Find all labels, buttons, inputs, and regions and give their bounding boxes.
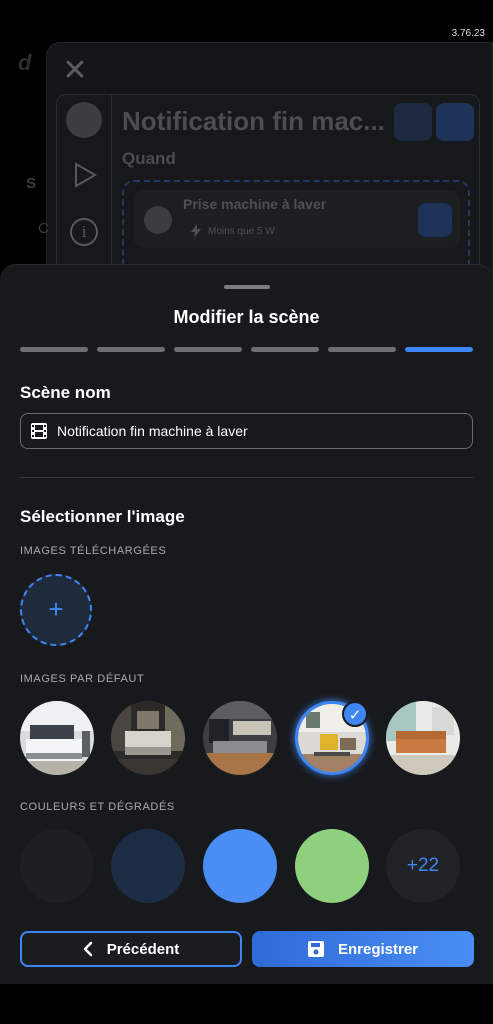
previous-button-label: Précédent bbox=[106, 940, 180, 958]
bolt-icon bbox=[191, 224, 201, 238]
default-images-caption: IMAGES PAR DÉFAUT bbox=[20, 673, 145, 685]
background-when-label: Quand bbox=[122, 149, 176, 168]
floppy-disk-icon bbox=[307, 941, 324, 957]
chevron-left-icon bbox=[83, 941, 92, 957]
kitchen-image bbox=[203, 701, 277, 775]
default-image-dark-bedroom[interactable] bbox=[111, 701, 185, 775]
sheet-title: Modifier la scène bbox=[173, 307, 320, 327]
default-image-bedroom[interactable] bbox=[20, 701, 94, 775]
bedroom-image bbox=[20, 701, 94, 775]
save-button-label: Enregistrer bbox=[337, 940, 419, 958]
step-progress bbox=[20, 347, 473, 352]
color-swatch[interactable] bbox=[295, 829, 369, 903]
color-swatch[interactable] bbox=[20, 829, 94, 903]
colors-caption: COULEURS ET DÉGRADÉS bbox=[20, 801, 175, 813]
select-image-heading: Sélectionner l'image bbox=[20, 507, 185, 526]
color-swatch[interactable] bbox=[111, 829, 185, 903]
step-indicator bbox=[20, 347, 88, 352]
dark-bedroom-image bbox=[111, 701, 185, 775]
play-icon bbox=[75, 162, 97, 188]
scene-name-heading: Scène nom bbox=[20, 383, 111, 402]
background-fragment: S bbox=[26, 175, 37, 192]
edit-button bbox=[436, 103, 474, 141]
duplicate-button bbox=[394, 103, 432, 141]
trigger-edit-button bbox=[418, 203, 452, 237]
default-image-kitchen[interactable] bbox=[203, 701, 277, 775]
close-icon: ✕ bbox=[62, 54, 88, 87]
selected-check-icon: ✓ bbox=[342, 701, 368, 727]
divider bbox=[20, 477, 473, 478]
background-scene-title: Notification fin mac... bbox=[122, 106, 385, 136]
step-indicator bbox=[251, 347, 319, 352]
plug-icon bbox=[144, 206, 172, 234]
uploaded-images-caption: IMAGES TÉLÉCHARGÉES bbox=[20, 545, 167, 557]
scene-name-input[interactable] bbox=[57, 423, 437, 439]
living-room-sofa-image bbox=[386, 701, 460, 775]
background-fragment: C bbox=[38, 220, 49, 237]
film-icon bbox=[31, 423, 47, 439]
background-logo: d bbox=[18, 50, 32, 75]
color-swatch[interactable] bbox=[203, 829, 277, 903]
scene-name-field[interactable] bbox=[20, 413, 473, 449]
default-image-living-room-sofa[interactable] bbox=[386, 701, 460, 775]
info-icon: i bbox=[70, 218, 98, 246]
more-colors-button[interactable]: +22 bbox=[386, 829, 460, 903]
version-label: 3.76.23 bbox=[451, 28, 485, 39]
step-indicator bbox=[174, 347, 242, 352]
step-indicator-active bbox=[405, 347, 473, 352]
scene-avatar bbox=[66, 102, 102, 138]
sheet-drag-handle[interactable] bbox=[224, 285, 270, 289]
step-indicator bbox=[97, 347, 165, 352]
step-indicator bbox=[328, 347, 396, 352]
trigger-condition: Moins que 5 W bbox=[208, 226, 275, 237]
save-button[interactable]: Enregistrer bbox=[252, 931, 474, 967]
trigger-title: Prise machine à laver bbox=[183, 196, 327, 212]
previous-button[interactable]: Précédent bbox=[20, 931, 242, 967]
upload-image-button[interactable]: + bbox=[20, 574, 92, 646]
edit-scene-sheet: Modifier la scène Scène nom Sélectionner… bbox=[0, 264, 493, 984]
